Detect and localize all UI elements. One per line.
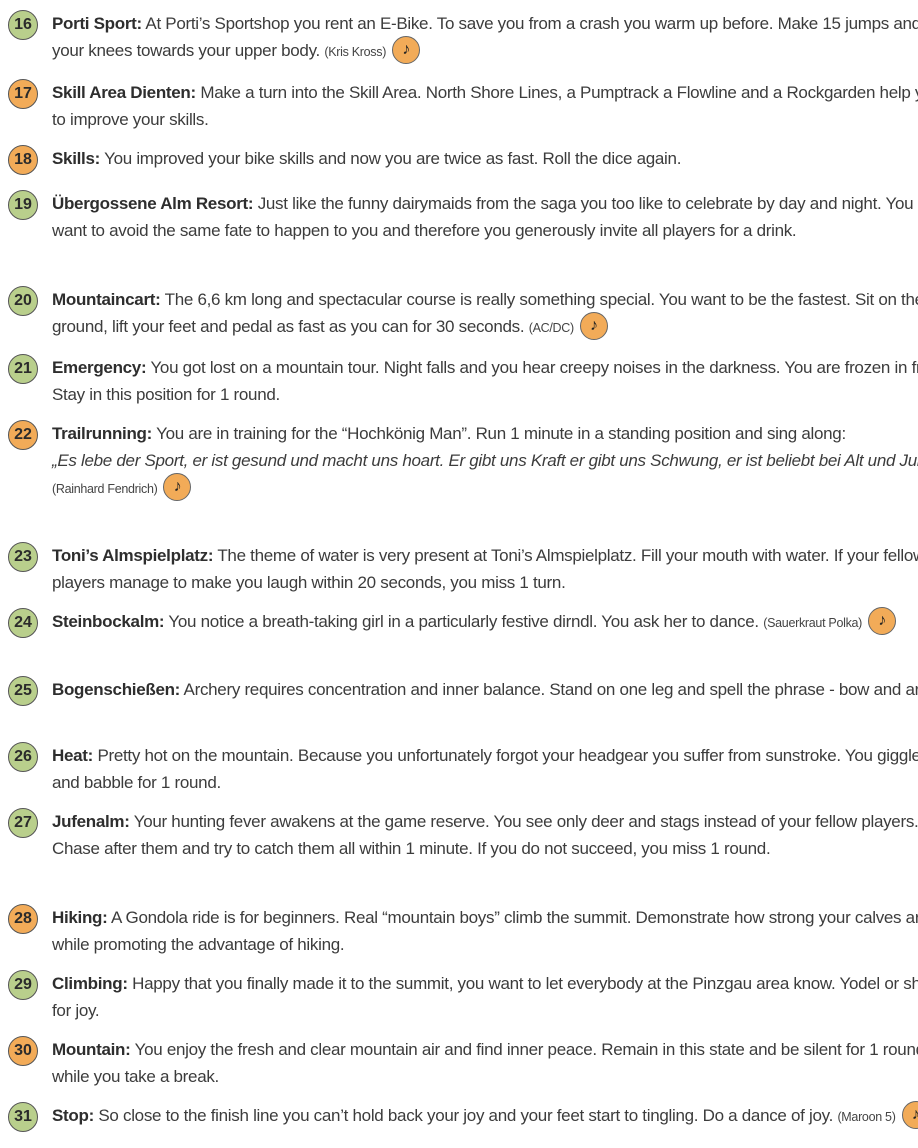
step-number-badge: 16	[8, 10, 38, 40]
step-number-badge: 30	[8, 1036, 38, 1066]
step-text: Bogenschießen: Archery requires concentr…	[52, 676, 918, 703]
step-title: Climbing:	[52, 974, 128, 993]
list-item: 28 Hiking: A Gondola ride is for beginner…	[8, 904, 918, 958]
list-item: 23 Toni’s Almspielplatz: The theme of wat…	[8, 542, 918, 596]
step-number-badge: 24	[8, 608, 38, 638]
list-item: 17 Skill Area Dienten: Make a turn into t…	[8, 79, 918, 133]
step-title: Emergency:	[52, 358, 147, 377]
step-title: Trailrunning:	[52, 424, 152, 443]
song-credit: (Sauerkraut Polka)	[763, 616, 863, 630]
list-item: 21 Emergency: You got lost on a mountain …	[8, 354, 918, 408]
step-number-badge: 26	[8, 742, 38, 772]
list-item: 18 Skills: You improved your bike skills …	[8, 145, 918, 175]
step-title: Skill Area Dienten:	[52, 83, 196, 102]
step-text: Skill Area Dienten: Make a turn into the…	[52, 79, 918, 133]
step-body: Archery requires concentration and inner…	[183, 680, 918, 699]
step-text: Porti Sport: At Porti’s Sportshop you re…	[52, 10, 918, 66]
step-number-badge: 18	[8, 145, 38, 175]
step-text: Heat: Pretty hot on the mountain. Becaus…	[52, 742, 918, 796]
step-title: Porti Sport:	[52, 14, 142, 33]
song-credit: (Kris Kross)	[324, 45, 387, 59]
step-body: The 6,6 km long and spectacular course i…	[52, 290, 918, 336]
list-item: 25 Bogenschießen: Archery requires concen…	[8, 676, 918, 706]
song-credit: (AC/DC)	[528, 321, 574, 335]
list-item: 20 Mountaincart: The 6,6 km long and spec…	[8, 286, 918, 342]
step-body: You got lost on a mountain tour. Night f…	[52, 358, 918, 404]
song-credit: (Maroon 5)	[837, 1110, 896, 1124]
step-title: Jufenalm:	[52, 812, 130, 831]
step-number-badge: 31	[8, 1102, 38, 1132]
step-title: Skills:	[52, 149, 100, 168]
step-number-badge: 17	[8, 79, 38, 109]
step-quote: „Es lebe der Sport, er ist gesund und ma…	[52, 451, 918, 470]
list-item: 29 Climbing: Happy that you finally made …	[8, 970, 918, 1024]
step-number-badge: 28	[8, 904, 38, 934]
step-number-badge: 27	[8, 808, 38, 838]
step-title: Stop:	[52, 1106, 94, 1125]
step-text: Mountaincart: The 6,6 km long and specta…	[52, 286, 918, 342]
list-item: 16 Porti Sport: At Porti’s Sportshop you …	[8, 10, 918, 66]
step-number-badge: 21	[8, 354, 38, 384]
step-body: You notice a breath-taking girl in a par…	[168, 612, 759, 631]
step-body: At Porti’s Sportshop you rent an E-Bike.…	[52, 14, 918, 60]
song-credit: (Rainhard Fendrich)	[52, 482, 158, 496]
step-number-badge: 25	[8, 676, 38, 706]
step-text: Trailrunning: You are in training for th…	[52, 420, 918, 503]
step-body: Your hunting fever awakens at the game r…	[52, 812, 918, 858]
step-title: Mountain:	[52, 1040, 131, 1059]
list-item: 26 Heat: Pretty hot on the mountain. Beca…	[8, 742, 918, 796]
list-item: 24 Steinbockalm: You notice a breath-taki…	[8, 606, 918, 638]
step-body: Pretty hot on the mountain. Because you …	[52, 746, 918, 792]
step-title: Mountaincart:	[52, 290, 161, 309]
step-title: Toni’s Almspielplatz:	[52, 546, 214, 565]
list-item: 31 Stop: So close to the finish line you …	[8, 1100, 918, 1132]
list-item: 30 Mountain: You enjoy the fresh and clea…	[8, 1036, 918, 1090]
step-number-badge: 20	[8, 286, 38, 316]
step-text: Mountain: You enjoy the fresh and clear …	[52, 1036, 918, 1090]
step-text: Climbing: Happy that you finally made it…	[52, 970, 918, 1024]
step-body: You improved your bike skills and now yo…	[104, 149, 682, 168]
step-title: Hiking:	[52, 908, 108, 927]
step-text: Skills: You improved your bike skills an…	[52, 145, 918, 172]
step-number-badge: 23	[8, 542, 38, 572]
step-text: Übergossene Alm Resort: Just like the fu…	[52, 190, 918, 244]
step-text: Toni’s Almspielplatz: The theme of water…	[52, 542, 918, 596]
step-number-badge: 22	[8, 420, 38, 450]
list-item: 27 Jufenalm: Your hunting fever awakens a…	[8, 808, 918, 862]
music-note-icon: ♪	[163, 472, 192, 501]
step-body: You are in training for the “Hochkönig M…	[156, 424, 846, 443]
step-body: You enjoy the fresh and clear mountain a…	[52, 1040, 918, 1086]
music-note-icon: ♪	[901, 1100, 918, 1129]
step-text: Steinbockalm: You notice a breath-taking…	[52, 606, 918, 637]
music-note-icon: ♪	[868, 606, 897, 635]
step-text: Hiking: A Gondola ride is for beginners.…	[52, 904, 918, 958]
music-note-icon: ♪	[579, 311, 608, 340]
step-text: Jufenalm: Your hunting fever awakens at …	[52, 808, 918, 862]
step-title: Bogenschießen:	[52, 680, 181, 699]
step-body: Happy that you finally made it to the su…	[52, 974, 918, 1020]
step-body: So close to the finish line you can’t ho…	[98, 1106, 833, 1125]
step-title: Übergossene Alm Resort:	[52, 194, 254, 213]
list-item: 22 Trailrunning: You are in training for …	[8, 420, 918, 503]
step-number-badge: 29	[8, 970, 38, 1000]
step-title: Heat:	[52, 746, 94, 765]
step-body: A Gondola ride is for beginners. Real “m…	[52, 908, 918, 954]
list-item: 19 Übergossene Alm Resort: Just like the …	[8, 190, 918, 244]
step-text: Emergency: You got lost on a mountain to…	[52, 354, 918, 408]
step-text: Stop: So close to the finish line you ca…	[52, 1100, 918, 1131]
step-title: Steinbockalm:	[52, 612, 165, 631]
step-number-badge: 19	[8, 190, 38, 220]
music-note-icon: ♪	[392, 35, 421, 64]
